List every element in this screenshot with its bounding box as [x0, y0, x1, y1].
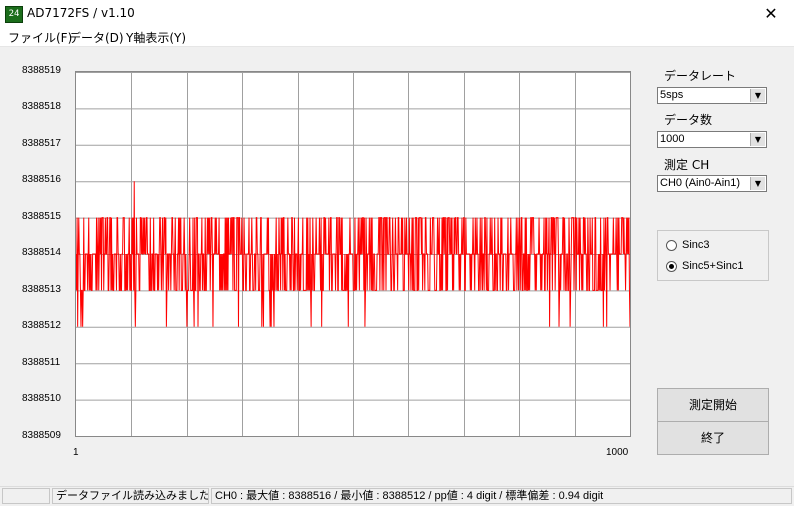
radio-sinc3-label: Sinc3 — [682, 239, 710, 251]
radio-sinc5-sinc1-label: Sinc5+Sinc1 — [682, 260, 744, 272]
status-pane-1 — [2, 488, 50, 504]
plot-area — [75, 71, 631, 437]
chevron-down-icon[interactable]: ▼ — [750, 177, 765, 190]
exit-button[interactable]: 終了 — [657, 421, 769, 455]
y-tick-label: 8388509 — [22, 430, 61, 441]
y-tick-label: 8388515 — [22, 211, 61, 222]
title-bar: 24 AD7172FS / v1.10 ✕ — [0, 0, 794, 28]
data-count-label: データ数 — [664, 113, 713, 127]
data-rate-value: 5sps — [660, 89, 684, 101]
radio-sinc3[interactable]: Sinc3 — [666, 239, 710, 255]
menu-file[interactable]: ファイル(F) — [8, 29, 72, 46]
menu-data[interactable]: データ(D) — [69, 29, 124, 46]
y-tick-label: 8388513 — [22, 284, 61, 295]
y-tick-label: 8388519 — [22, 65, 61, 76]
chevron-down-icon[interactable]: ▼ — [750, 133, 765, 146]
app-icon: 24 — [5, 6, 23, 23]
filter-radio-group: Sinc3 Sinc5+Sinc1 — [657, 230, 769, 281]
plot-svg — [75, 72, 631, 437]
y-tick-label: 8388518 — [22, 101, 61, 112]
x-tick-label-start: 1 — [73, 447, 79, 458]
y-tick-label: 8388511 — [22, 357, 61, 368]
channel-label: 測定 CH — [664, 158, 710, 172]
data-count-value: 1000 — [660, 133, 685, 145]
channel-value: CH0 (Ain0-Ain1) — [660, 177, 741, 189]
data-count-select[interactable]: 1000 ▼ — [657, 131, 767, 148]
radio-selected-icon[interactable] — [666, 260, 677, 272]
data-rate-select[interactable]: 5sps ▼ — [657, 87, 767, 104]
radio-icon[interactable] — [666, 239, 677, 251]
x-tick-label-end: 1000 — [606, 447, 629, 458]
y-tick-label: 8388512 — [22, 320, 61, 331]
y-tick-label: 8388514 — [22, 247, 61, 258]
data-rate-label: データレート — [664, 69, 737, 83]
status-bar: データファイル読み込みました CH0 : 最大値 : 8388516 / 最小値… — [0, 486, 794, 506]
y-tick-label: 8388510 — [22, 393, 61, 404]
status-message: データファイル読み込みました — [52, 488, 209, 504]
menu-bar: ファイル(F) データ(D) Y軸表示(Y) — [0, 28, 794, 47]
start-measure-button[interactable]: 測定開始 — [657, 388, 769, 422]
chevron-down-icon[interactable]: ▼ — [750, 89, 765, 102]
status-statistics: CH0 : 最大値 : 8388516 / 最小値 : 8388512 / pp… — [211, 488, 792, 504]
close-icon[interactable]: ✕ — [748, 0, 794, 28]
window-title: AD7172FS / v1.10 — [27, 6, 135, 20]
menu-y-axis[interactable]: Y軸表示(Y) — [126, 29, 186, 46]
radio-sinc5-sinc1[interactable]: Sinc5+Sinc1 — [666, 260, 743, 276]
y-tick-label: 8388516 — [22, 174, 61, 185]
channel-select[interactable]: CH0 (Ain0-Ain1) ▼ — [657, 175, 767, 192]
y-tick-label: 8388517 — [22, 138, 61, 149]
